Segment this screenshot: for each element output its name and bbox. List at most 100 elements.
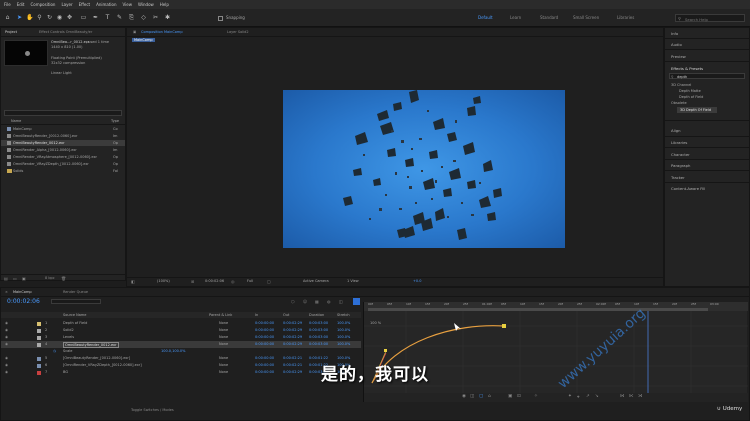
eye-icon[interactable]: ◉: [462, 394, 466, 399]
panel-character[interactable]: Character: [671, 152, 690, 157]
home-icon[interactable]: ⌂: [4, 14, 11, 21]
panel-preview[interactable]: Preview: [671, 54, 686, 59]
snap-icon[interactable]: ⌂: [488, 394, 491, 399]
snapping-checkbox[interactable]: [218, 16, 223, 21]
zoom-level[interactable]: (100%): [157, 279, 170, 283]
tree-item-selected[interactable]: 3D Depth Of Field: [677, 107, 717, 113]
edit-keyframe-icon[interactable]: ✧: [534, 394, 538, 399]
tab-composition[interactable]: Composition MainComp: [141, 30, 183, 34]
interpret-footage-icon[interactable]: ▤: [4, 276, 8, 281]
tab-effect-controls[interactable]: Effect Controls OmniBeauty/er: [39, 30, 92, 34]
layer-label-color[interactable]: [37, 363, 41, 368]
panel-audio[interactable]: Audio: [671, 42, 682, 47]
grid-icon[interactable]: ⊞: [191, 279, 194, 284]
pan-behind-tool-icon[interactable]: ✥: [66, 14, 73, 21]
list-item[interactable]: OmniRender_Alpha_[0012-0060].exr Im: [1, 147, 125, 153]
column-source-name[interactable]: Source Name: [63, 313, 86, 317]
tree-item-3d-channel[interactable]: 3D Channel: [671, 83, 691, 87]
menu-edit[interactable]: Edit: [17, 2, 25, 7]
value-graph[interactable]: [364, 311, 748, 402]
list-item[interactable]: OmniRender_VRayZDepth_[0012-0060].exr Op: [1, 161, 125, 167]
bit-depth-label[interactable]: 8 bpc: [45, 276, 55, 280]
layer-label-color[interactable]: [37, 356, 41, 361]
new-composition-icon[interactable]: ▣: [22, 276, 26, 281]
layer-label-color[interactable]: [37, 370, 41, 375]
rotate-tool-icon[interactable]: ↻: [46, 14, 53, 21]
column-type[interactable]: Type: [111, 119, 119, 123]
shy-layers-icon[interactable]: ☺: [303, 299, 307, 304]
linear-keyframe-icon[interactable]: ↗: [586, 394, 590, 399]
list-item[interactable]: OmniBeautyRender_[0012-0060].exr Im: [1, 133, 125, 139]
menu-animation[interactable]: Animation: [96, 2, 116, 7]
layer-label-color[interactable]: [37, 328, 41, 333]
selection-tool-icon[interactable]: ➤: [16, 14, 23, 21]
hand-tool-icon[interactable]: ✋: [26, 14, 33, 21]
menu-view[interactable]: View: [123, 2, 133, 7]
add-keyframe-icon[interactable]: ✦: [568, 394, 572, 399]
brush-tool-icon[interactable]: ✎: [116, 14, 123, 21]
list-item[interactable]: OmniRender_VRayAtmosphere_[0012-0060].ex…: [1, 154, 125, 160]
transform-box-icon[interactable]: ▢: [479, 394, 483, 399]
list-item[interactable]: MainComp Co: [1, 126, 125, 132]
camera-tool-icon[interactable]: ◉: [56, 14, 63, 21]
auto-bezier-icon[interactable]: ↘: [595, 394, 599, 399]
tab-project[interactable]: Project: [5, 30, 17, 34]
always-preview-icon[interactable]: ◧: [131, 279, 135, 284]
easy-ease-icon[interactable]: ⋈: [620, 394, 625, 399]
stopwatch-icon[interactable]: ◷: [53, 349, 56, 353]
layer-label-color[interactable]: [37, 342, 41, 347]
table-row[interactable]: ◉ 2 Solid2 None 0:00:00:00 0:00:02:29 0:…: [1, 327, 361, 334]
layer-label-color[interactable]: [37, 335, 41, 340]
exposure-value[interactable]: +0.0: [413, 279, 422, 283]
show-graph-icon[interactable]: ◫: [470, 394, 474, 399]
menu-effect[interactable]: Effect: [79, 2, 91, 7]
close-tab-icon[interactable]: ×: [5, 290, 8, 294]
region-of-interest-icon[interactable]: ▢: [267, 279, 271, 284]
menu-composition[interactable]: Composition: [30, 2, 55, 7]
rectangle-tool-icon[interactable]: ▭: [80, 14, 87, 21]
time-ruler[interactable]: 00f 05f 10f 15f 20f 25f 01:00f 05f 10f 1…: [364, 302, 748, 311]
view-layout-select[interactable]: 1 View: [347, 279, 359, 283]
hold-keyframe-icon[interactable]: ⌖: [577, 394, 580, 400]
workspace-standard[interactable]: Standard: [540, 15, 558, 20]
menu-window[interactable]: Window: [138, 2, 154, 7]
property-row-scale[interactable]: ◷ Scale 100.0,100.0%: [1, 348, 361, 355]
layer-label-color[interactable]: [37, 321, 41, 326]
panel-info[interactable]: Info: [671, 31, 678, 36]
eraser-tool-icon[interactable]: ◇: [140, 14, 147, 21]
menu-help[interactable]: Help: [160, 2, 169, 7]
list-item[interactable]: Solids Fol: [1, 168, 125, 174]
roto-brush-tool-icon[interactable]: ✂: [152, 14, 159, 21]
viewer-timecode[interactable]: 0:00:02:06: [205, 279, 224, 283]
workspace-default[interactable]: Default: [478, 15, 493, 20]
list-item-selected[interactable]: OmniBeautyRender_0012.exr Op: [1, 140, 125, 146]
lock-icon[interactable]: ▣: [133, 30, 136, 34]
toggle-switches-modes[interactable]: Toggle Switches / Modes: [131, 408, 174, 412]
visibility-eye-icon[interactable]: ◉: [5, 356, 8, 360]
camera-select[interactable]: Active Camera: [303, 279, 329, 283]
project-search-input[interactable]: [4, 110, 122, 116]
visibility-eye-icon[interactable]: ◉: [5, 321, 8, 325]
snapshot-icon[interactable]: ◎: [231, 279, 235, 284]
panel-effects-presets[interactable]: Effects & Presets: [671, 66, 703, 71]
workspace-small-screen[interactable]: Small Screen: [573, 15, 599, 20]
timeline-search-input[interactable]: [51, 299, 101, 304]
tree-item-depth-of-field[interactable]: Depth of Field: [679, 95, 703, 99]
column-in[interactable]: In: [255, 313, 258, 317]
easy-ease-out-icon[interactable]: ⋊: [638, 394, 643, 399]
visibility-eye-icon[interactable]: ◉: [5, 335, 8, 339]
pen-tool-icon[interactable]: ✒: [92, 14, 99, 21]
fit-all-icon[interactable]: ⊡: [517, 394, 521, 399]
workspace-learn[interactable]: Learn: [510, 15, 521, 20]
table-row-selected[interactable]: ◉ 4 OmniBeautyRender_0012.exr None 0:00:…: [1, 341, 361, 348]
panel-content-aware-fill[interactable]: Content-Aware Fill: [671, 186, 705, 191]
tree-item-obsolete[interactable]: Obsolete: [671, 101, 687, 105]
puppet-tool-icon[interactable]: ✱: [164, 14, 171, 21]
visibility-eye-icon[interactable]: ◉: [5, 342, 8, 346]
frame-blending-icon[interactable]: ▦: [315, 299, 319, 304]
easy-ease-in-icon[interactable]: ⋉: [629, 394, 634, 399]
panel-paragraph[interactable]: Paragraph: [671, 163, 690, 168]
effects-search-input[interactable]: ⚲ depth: [669, 73, 745, 79]
tab-maincomp[interactable]: MainComp: [13, 290, 32, 294]
table-row[interactable]: ◉ 3 Levels None 0:00:00:00 0:00:02:29 0:…: [1, 334, 361, 341]
